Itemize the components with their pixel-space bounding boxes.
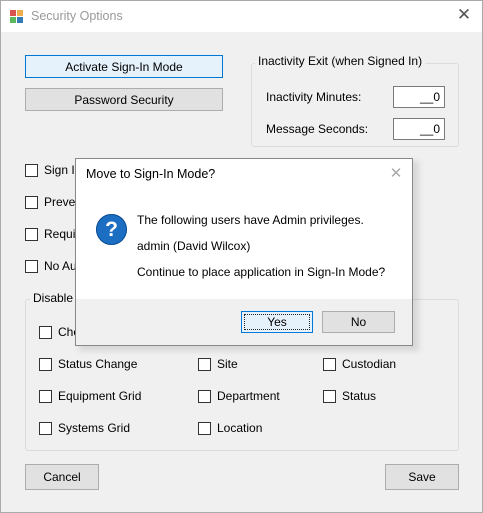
checkbox-box[interactable] [25,259,38,273]
close-icon[interactable]: ✕ [456,6,472,23]
no-button[interactable]: No [322,311,395,333]
window-title: Security Options [31,9,123,23]
question-icon: ? [96,214,127,245]
checkbox-box[interactable] [198,389,211,403]
disable-label: Systems Grid [58,421,131,435]
dialog-message-line-2: admin (David Wilcox) [137,239,251,253]
checkbox-box[interactable] [323,389,336,403]
dialog-title: Move to Sign-In Mode? [86,167,216,181]
dialog-body: ? The following users have Admin privile… [76,190,412,299]
disable-label: Status Change [58,357,138,371]
disable-label: Equipment Grid [58,389,142,403]
yes-button[interactable]: Yes [241,311,313,333]
checkbox-box[interactable] [25,163,38,177]
disable-checkbox-status-change[interactable]: Status Change [39,357,137,371]
option-checkbox[interactable]: Sign In [25,163,81,177]
disable-checkbox-status[interactable]: Status [323,389,376,403]
disable-label: Site [217,357,238,371]
disable-checkbox-equipment-grid[interactable]: Equipment Grid [39,389,141,403]
dialog-close-icon[interactable]: ✕ [388,166,404,182]
inactivity-minutes-input[interactable]: __0 [393,86,445,108]
password-security-button[interactable]: Password Security [25,88,223,111]
cancel-button[interactable]: Cancel [25,464,99,490]
message-seconds-label: Message Seconds: [266,122,369,136]
checkbox-box[interactable] [39,389,52,403]
checkbox-box[interactable] [39,421,52,435]
disable-checkbox-location[interactable]: Location [198,421,262,435]
disable-label: Status [342,389,377,403]
checkbox-box[interactable] [39,325,52,339]
checkbox-box[interactable] [25,227,38,241]
dialog-message-line-3: Continue to place application in Sign-In… [137,265,386,279]
title-bar: Security Options ✕ [1,1,482,32]
disable-checkbox-custodian[interactable]: Custodian [323,357,396,371]
checkbox-box[interactable] [198,421,211,435]
disable-checkbox-department[interactable]: Department [198,389,280,403]
disable-checkbox-systems-grid[interactable]: Systems Grid [39,421,130,435]
option-checkbox[interactable]: Preven [25,195,82,209]
dialog-title-bar: Move to Sign-In Mode? ✕ [76,159,412,190]
save-button[interactable]: Save [385,464,459,490]
checkbox-box[interactable] [39,357,52,371]
disable-label: Custodian [342,357,397,371]
move-to-sign-in-dialog: Move to Sign-In Mode? ✕ ? The following … [75,158,413,346]
inactivity-group-title: Inactivity Exit (when Signed In) [255,54,426,68]
disable-label: Department [217,389,280,403]
checkbox-box[interactable] [323,357,336,371]
disable-checkbox[interactable]: Che [39,325,80,339]
dialog-message-line-1: The following users have Admin privilege… [137,213,364,227]
checkbox-box[interactable] [25,195,38,209]
disable-checkbox-site[interactable]: Site [198,357,238,371]
message-seconds-input[interactable]: __0 [393,118,445,140]
inactivity-minutes-label: Inactivity Minutes: [266,90,362,104]
option-checkbox[interactable]: No Aut [25,259,80,273]
checkbox-box[interactable] [198,357,211,371]
app-icon [10,10,24,24]
option-checkbox[interactable]: Requir [25,227,79,241]
activate-sign-in-mode-button[interactable]: Activate Sign-In Mode [25,55,223,78]
disable-label: Location [217,421,263,435]
